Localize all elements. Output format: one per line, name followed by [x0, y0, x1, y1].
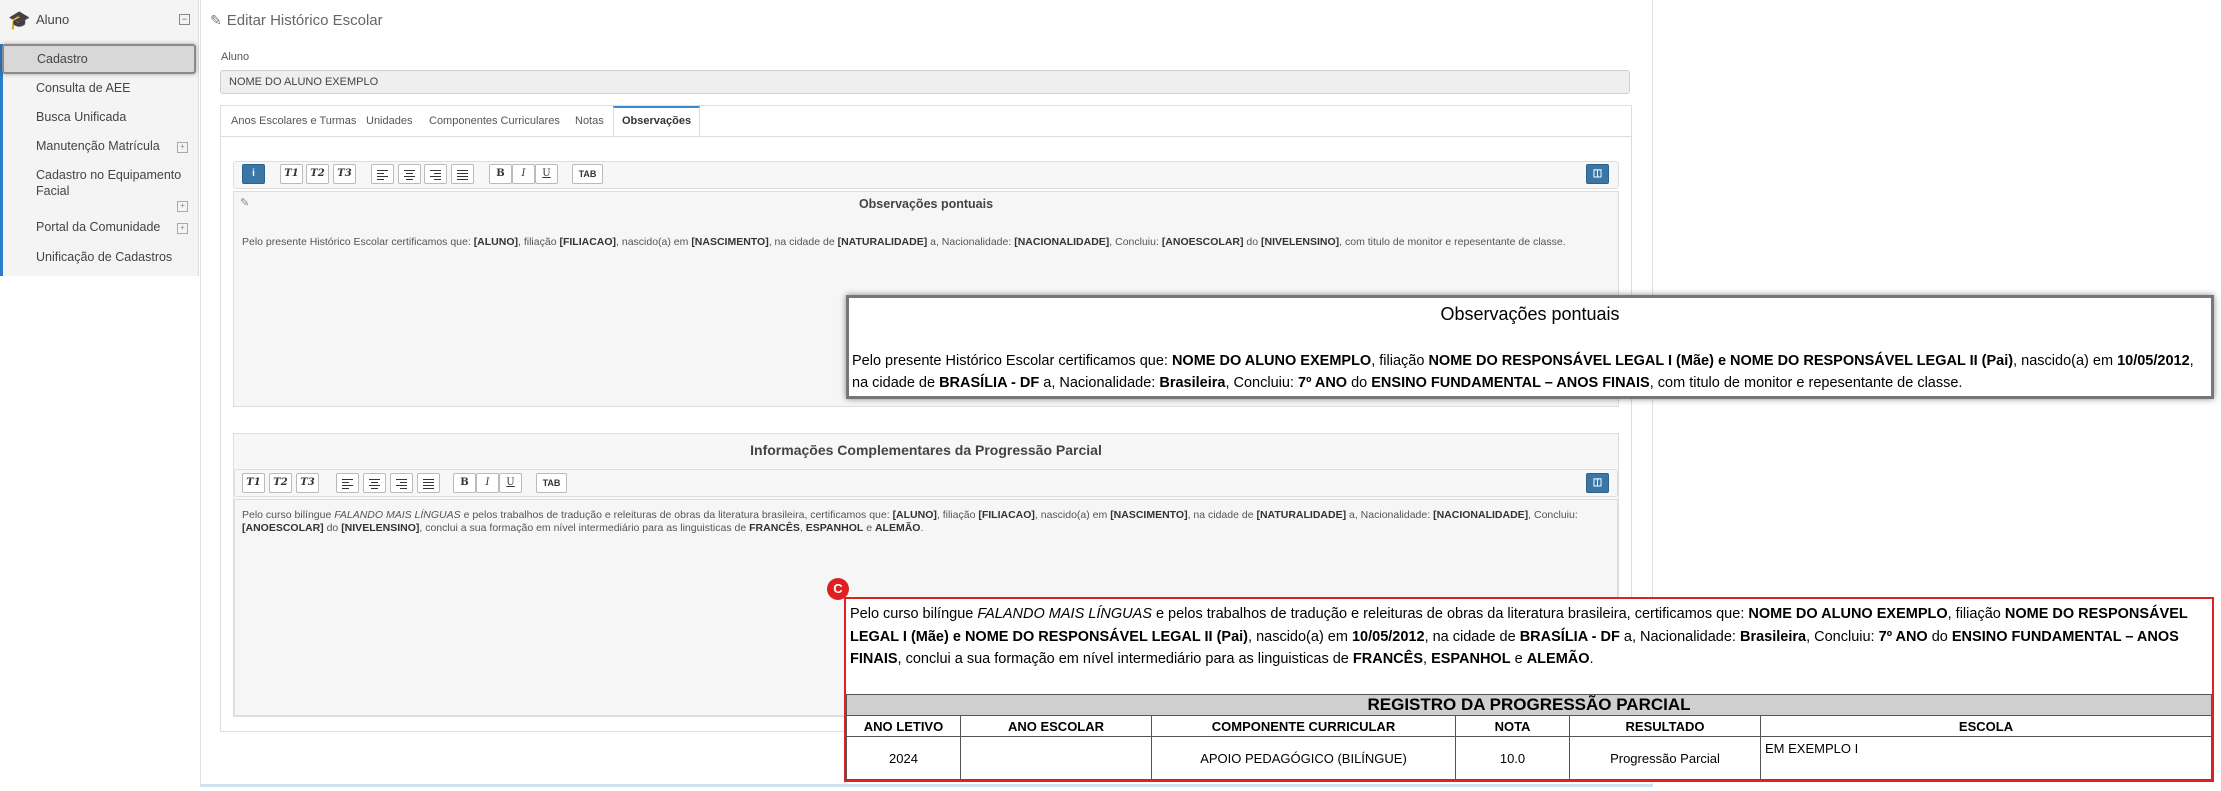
sidebar-item-manutencao-matricula[interactable]: Manutenção Matrícula [36, 139, 160, 153]
sidebar-item-portal-comunidade[interactable]: Portal da Comunidade [36, 220, 160, 234]
sidebar-item-label: Consulta de AEE [36, 81, 131, 95]
editor2-toolbar [234, 469, 1618, 497]
expand-icon[interactable]: + [177, 142, 188, 153]
align-left-button[interactable] [371, 164, 394, 184]
tab-unidades[interactable]: Unidades [358, 106, 420, 136]
tab-anos-escolares[interactable]: Anos Escolares e Turmas [223, 106, 364, 136]
sidebar-header[interactable]: 🎓 Aluno − [0, 0, 198, 40]
progression-table: REGISTRO DA PROGRESSÃO PARCIAL ANO LETIV… [846, 694, 2212, 780]
sidebar-item-label: Cadastro no Equipamento Facial [36, 168, 182, 198]
editor2-text: Pelo curso bilíngue FALANDO MAIS LÍNGUAS… [242, 509, 1578, 534]
page-title: ✎ Editar Histórico Escolar [210, 12, 383, 29]
underline-button[interactable]: U [499, 473, 522, 493]
preview-observacoes: Observações pontuais Pelo presente Histó… [846, 295, 2214, 399]
t2-button[interactable]: T2 [269, 473, 292, 493]
align-left-button[interactable] [336, 473, 359, 493]
graduation-cap-icon: 🎓 [8, 10, 31, 30]
table-header: ANO LETIVO [846, 715, 961, 737]
expand-icon[interactable]: + [177, 223, 188, 234]
bold-button[interactable]: B [489, 164, 512, 184]
expand-icon[interactable]: + [177, 201, 188, 212]
editor1-text: Pelo presente Histórico Escolar certific… [242, 236, 1566, 248]
preview-title: Observações pontuais [1440, 304, 1620, 324]
sidebar-accent-bar [0, 44, 3, 276]
italic-button[interactable]: I [512, 164, 535, 184]
table-cell [960, 736, 1152, 780]
align-justify-button[interactable] [417, 473, 440, 493]
align-right-button[interactable] [390, 473, 413, 493]
t3-button[interactable]: T3 [296, 473, 319, 493]
preview-text: Pelo presente Histórico Escolar certific… [852, 353, 2194, 391]
editor1-title: Observações pontuais [858, 197, 994, 211]
student-name-field[interactable]: NOME DO ALUNO EXEMPLO [220, 70, 1630, 94]
sidebar-item-consulta-aee[interactable]: Consulta de AEE [36, 81, 131, 95]
preview-text: Pelo curso bilíngue FALANDO MAIS LÍNGUAS… [850, 606, 2188, 667]
table-caption: REGISTRO DA PROGRESSÃO PARCIAL [846, 694, 2212, 716]
italic-button[interactable]: I [476, 473, 499, 493]
edit-icon: ✎ [210, 12, 222, 28]
sidebar-item-unificacao-cadastros[interactable]: Unificação de Cadastros [36, 250, 172, 264]
student-label: Aluno [221, 51, 250, 63]
sidebar: 🎓 Aluno − Cadastro Consulta de AEE Busca… [0, 0, 199, 276]
table-cell: 2024 [846, 736, 961, 780]
align-center-button[interactable] [363, 473, 386, 493]
align-justify-button[interactable] [451, 164, 474, 184]
sidebar-item-label: Portal da Comunidade [36, 220, 161, 234]
align-right-button[interactable] [424, 164, 447, 184]
bold-button[interactable]: B [453, 473, 476, 493]
table-header: ESCOLA [1760, 715, 2212, 737]
sidebar-item-busca-unificada[interactable]: Busca Unificada [36, 110, 126, 124]
sidebar-item-label: Cadastro [37, 52, 88, 66]
t1-button[interactable]: T1 [280, 164, 303, 184]
editor2-title: Informações Complementares da Progressão… [750, 442, 1102, 458]
t3-button[interactable]: T3 [333, 164, 356, 184]
tab-observacoes[interactable]: Observações [613, 106, 701, 136]
preview-progressao: Pelo curso bilíngue FALANDO MAIS LÍNGUAS… [844, 597, 2214, 782]
collapse-icon[interactable]: − [179, 14, 190, 25]
tab-insert-button[interactable]: TAB [536, 473, 567, 493]
info-button[interactable]: i [242, 164, 265, 184]
tab-notas[interactable]: Notas [567, 106, 612, 136]
table-header: NOTA [1455, 715, 1570, 737]
page-title-text: Editar Histórico Escolar [226, 12, 383, 29]
sidebar-item-label: Busca Unificada [36, 110, 127, 124]
table-cell: EM EXEMPLO I [1760, 736, 2212, 780]
table-cell: 10.0 [1455, 736, 1570, 780]
table-cell: Progressão Parcial [1569, 736, 1761, 780]
align-center-button[interactable] [398, 164, 421, 184]
t1-button[interactable]: T1 [242, 473, 265, 493]
t2-button[interactable]: T2 [306, 164, 329, 184]
table-header: ANO ESCOLAR [960, 715, 1152, 737]
table-cell: APOIO PEDAGÓGICO (BILÍNGUE) [1151, 736, 1456, 780]
table-row: 2024 APOIO PEDAGÓGICO (BILÍNGUE) 10.0 Pr… [846, 736, 2212, 780]
sidebar-item-cadastro-facial[interactable]: Cadastro no Equipamento Facial [36, 167, 186, 199]
sidebar-item-label: Manutenção Matrícula [36, 139, 160, 153]
underline-button[interactable]: U [535, 164, 558, 184]
table-header: COMPONENTE CURRICULAR [1151, 715, 1456, 737]
sidebar-header-label: Aluno [36, 12, 70, 27]
tab-componentes[interactable]: Componentes Curriculares [421, 106, 568, 136]
tab-bar: Anos Escolares e Turmas Unidades Compone… [220, 105, 1632, 137]
sidebar-item-label: Unificação de Cadastros [36, 250, 173, 264]
preview-toggle-icon[interactable]: ◫ [1586, 473, 1609, 493]
preview-toggle-icon[interactable]: ◫ [1586, 164, 1609, 184]
tab-insert-button[interactable]: TAB [572, 164, 603, 184]
table-header: RESULTADO [1569, 715, 1761, 737]
annotation-badge: C [827, 578, 849, 600]
sidebar-item-cadastro[interactable]: Cadastro [2, 44, 196, 74]
